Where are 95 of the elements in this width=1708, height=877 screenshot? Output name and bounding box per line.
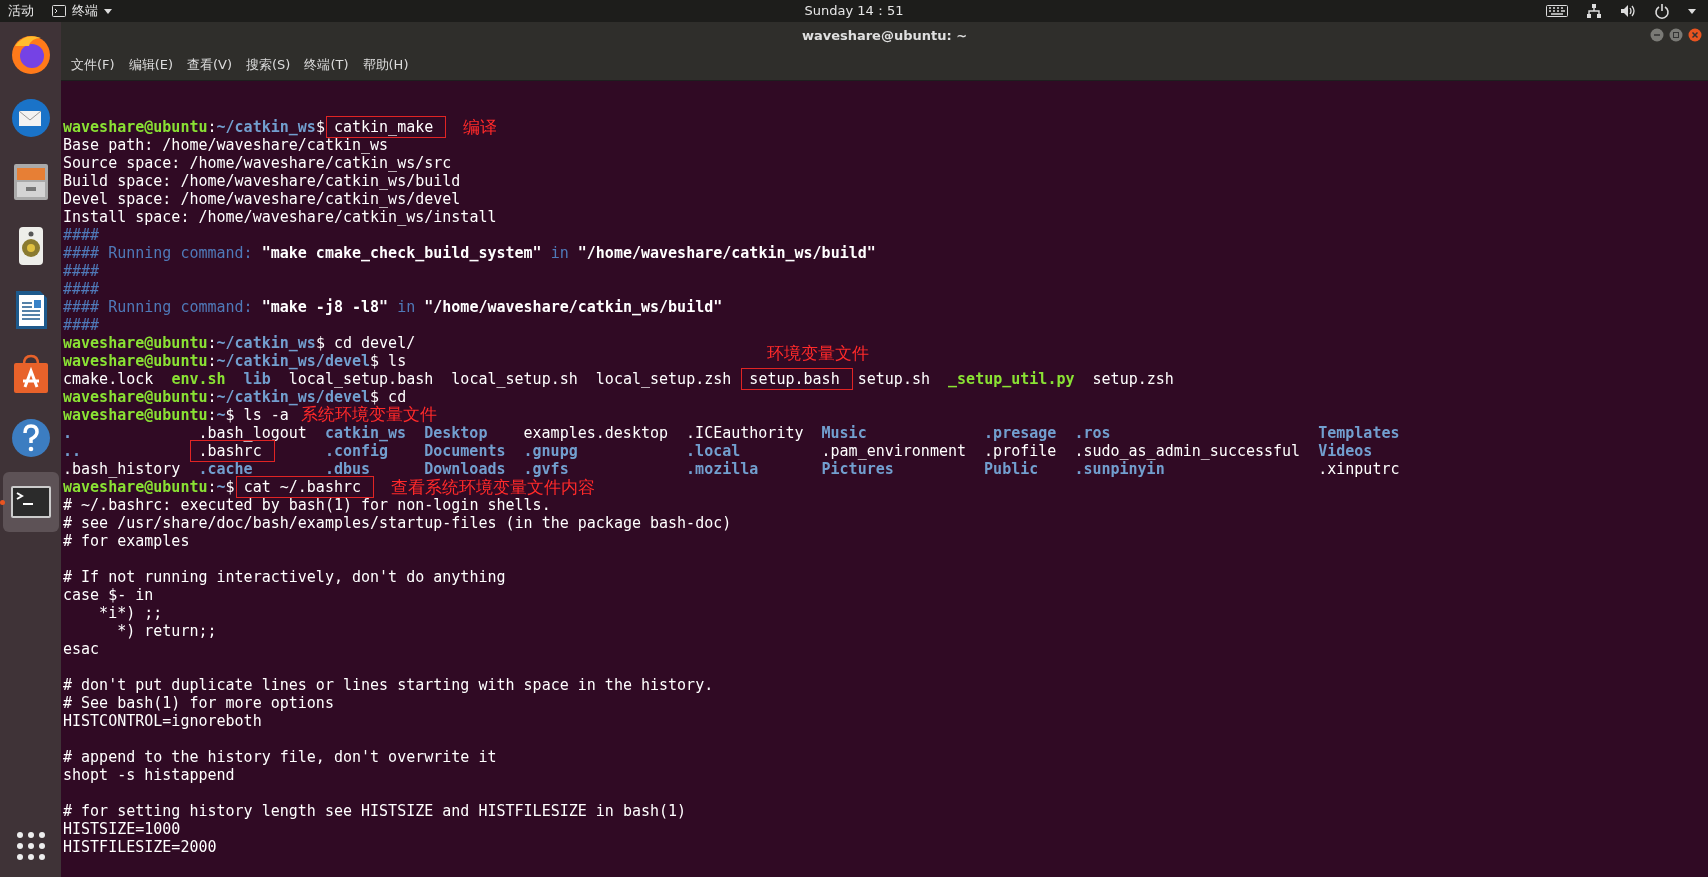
menu-item[interactable]: 文件(F) xyxy=(65,52,121,77)
file-name: Documents xyxy=(424,442,506,460)
minimize-icon[interactable] xyxy=(1650,28,1664,42)
volume-icon[interactable] xyxy=(1620,3,1636,19)
file-name: Music xyxy=(821,424,867,442)
terminal-line: waveshare@ubuntu:~$ ls -a xyxy=(63,406,289,424)
terminal-line: #### xyxy=(63,316,100,334)
terminal-text: setup.sh _setup_util.py setup.zsh xyxy=(856,370,1174,388)
terminal-line: # for examples xyxy=(63,532,190,550)
file-name: .xinputrc xyxy=(1318,460,1400,478)
highlighted-command: catkin_make xyxy=(325,116,447,138)
clock[interactable]: Sunday 14：51 xyxy=(804,2,904,20)
terminal-line: #### Running command: "make -j8 -l8" in "/home/waveshare/catkin_ws/build" xyxy=(63,298,723,316)
file-name: .ICEauthority xyxy=(686,424,804,442)
menu-item[interactable]: 编辑(E) xyxy=(122,52,179,77)
highlighted-command: setup.bash xyxy=(741,368,853,390)
menu-item[interactable]: 帮助(H) xyxy=(356,52,415,77)
terminal-line: HISTFILESIZE=2000 xyxy=(63,838,217,856)
file-name: .sunpinyin xyxy=(1074,460,1165,478)
terminal-line: #### Running command: "make cmake_check_build_system" in "/home/waveshare/catkin_ws/build" xyxy=(63,244,876,262)
file-name: .gvfs xyxy=(523,460,569,478)
app-menu[interactable]: 终端 xyxy=(48,2,116,20)
file-name: .cache xyxy=(198,460,253,478)
terminal-line: Source space: /home/waveshare/catkin_ws/src xyxy=(63,154,452,172)
app-grid-icon[interactable] xyxy=(15,831,46,861)
file-name: .config xyxy=(324,442,389,460)
terminal-text: waveshare@ubuntu:~$ xyxy=(63,478,236,496)
file-name: .sudo_as_admin_successful xyxy=(1074,442,1301,460)
file-name: .dbus xyxy=(324,460,371,478)
terminal-line: *) return;; xyxy=(116,622,217,640)
terminal-line: Install space: /home/waveshare/catkin_ws/install xyxy=(63,208,497,226)
terminal-line: esac xyxy=(63,640,100,658)
file-name: examples.desktop xyxy=(523,424,669,442)
file-name: .profile xyxy=(984,442,1057,460)
file-name: .pam_environment xyxy=(821,442,967,460)
file-name: .mozilla xyxy=(686,460,759,478)
highlighted-command: cat ~/.bashrc xyxy=(235,476,375,498)
terminal-line: # for setting history length see HISTSIZE and HISTFILESIZE in bash(1) xyxy=(63,802,687,820)
keyboard-icon[interactable] xyxy=(1546,5,1568,17)
annotation-note: 系统环境变量文件 xyxy=(300,405,437,423)
dock-item[interactable] xyxy=(2,472,59,532)
file-name: Downloads xyxy=(424,460,506,478)
file-name: Public xyxy=(984,460,1039,478)
terminal-line: HISTCONTROL=ignoreboth xyxy=(63,712,262,730)
terminal-line: waveshare@ubuntu:~/catkin_ws/devel$ ls xyxy=(63,352,407,370)
caret-icon xyxy=(104,8,112,14)
menu-item[interactable]: 搜索(S) xyxy=(240,52,297,77)
file-name: .. xyxy=(63,442,82,460)
terminal-line: # See bash(1) for more options xyxy=(63,694,334,712)
terminal-line: Devel space: /home/waveshare/catkin_ws/devel xyxy=(63,190,461,208)
maximize-icon[interactable] xyxy=(1669,28,1683,42)
terminal-line: # don't put duplicate lines or lines starting with space in the history. xyxy=(63,676,714,694)
menu-item[interactable]: 终端(T) xyxy=(298,52,355,77)
terminal-line: #### xyxy=(63,226,100,244)
file-name: catkin_ws xyxy=(324,424,407,442)
terminal-text: cmake.lock env.sh lib local_setup.bash local_setup.sh local_setup.zsh xyxy=(63,370,733,388)
terminal-line: HISTSIZE=1000 xyxy=(63,820,181,838)
file-name: . xyxy=(63,424,73,442)
terminal-line: # append to the history file, don't overwrite it xyxy=(63,748,497,766)
terminal-line: # see /usr/share/doc/bash/examples/startup-files (in the package bash-doc) xyxy=(63,514,732,532)
terminal-line: #### xyxy=(63,280,100,298)
file-name: Pictures xyxy=(821,460,894,478)
file-name: .gnupg xyxy=(523,442,578,460)
file-name: Desktop xyxy=(424,424,488,442)
file-name: .local xyxy=(686,442,741,460)
power-icon[interactable] xyxy=(1654,3,1670,19)
terminal-line: # If not running interactively, don't do anything xyxy=(63,568,506,586)
terminal-icon xyxy=(52,5,66,17)
file-name: .ros xyxy=(1074,424,1111,442)
file-name: .presage xyxy=(984,424,1057,442)
window-title: waveshare@ubuntu: ~ xyxy=(801,28,968,43)
terminal-line: Base path: /home/waveshare/catkin_ws xyxy=(63,136,389,154)
menu-item[interactable]: 查看(V) xyxy=(181,52,239,77)
terminal-line: case $- in xyxy=(63,586,154,604)
terminal-line: *i*) ;; xyxy=(98,604,163,622)
close-icon[interactable] xyxy=(1688,28,1702,42)
annotation-note: 环境变量文件 xyxy=(767,343,870,363)
terminal-line: Build space: /home/waveshare/catkin_ws/build xyxy=(63,172,461,190)
caret-icon[interactable] xyxy=(1688,8,1696,14)
terminal-line: waveshare@ubuntu:~/catkin_ws$ cd devel/ xyxy=(63,334,416,352)
file-name: .bash_logout xyxy=(198,424,307,442)
terminal-line: # ~/.bashrc: executed by bash(1) for non-login shells. xyxy=(63,496,551,514)
terminal-line: shopt -s histappend xyxy=(63,766,235,784)
highlighted-file-name: .bashrc xyxy=(190,440,275,462)
annotation-note: 查看系统环境变量文件内容 xyxy=(391,477,596,497)
terminal-line: #### xyxy=(63,262,100,280)
running-indicator-icon xyxy=(0,500,5,505)
activities-button[interactable]: 活动 xyxy=(8,2,34,20)
file-name: Videos xyxy=(1318,442,1373,460)
file-name: .bash_history xyxy=(63,460,181,478)
network-icon[interactable] xyxy=(1586,3,1602,19)
file-name: Templates xyxy=(1318,424,1400,442)
terminal-line: waveshare@ubuntu:~/catkin_ws/devel$ cd xyxy=(63,388,407,406)
terminal-text: waveshare@ubuntu:~/catkin_ws$ xyxy=(63,118,326,136)
annotation-note: 编译 xyxy=(463,117,498,137)
